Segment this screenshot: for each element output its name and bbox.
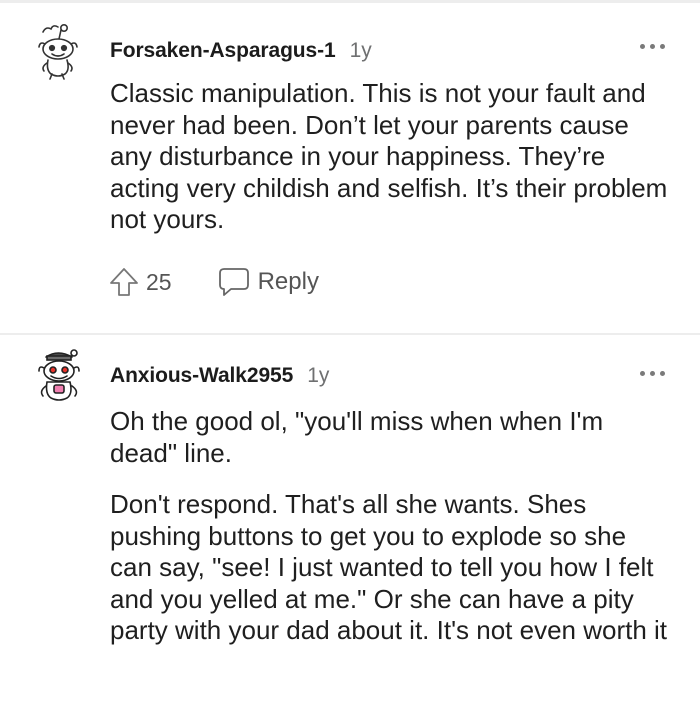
- comment-meta: Forsaken-Asparagus-1 1y: [110, 39, 372, 69]
- top-divider: [0, 0, 700, 3]
- more-options-icon[interactable]: [640, 44, 668, 54]
- vote-score: 25: [146, 268, 172, 295]
- username[interactable]: Anxious-Walk2955: [110, 364, 293, 388]
- more-options-icon[interactable]: [640, 371, 668, 381]
- username[interactable]: Forsaken-Asparagus-1: [110, 39, 336, 63]
- comment-meta: Anxious-Walk2955 1y: [110, 364, 329, 394]
- reply-icon[interactable]: [218, 267, 250, 297]
- comment-age: 1y: [307, 364, 330, 387]
- comment-body: Oh the good ol, "you'll miss when when I…: [110, 406, 670, 647]
- comment-paragraph: Classic manipulation. This is not your f…: [110, 78, 668, 234]
- snoo-sketch-avatar-icon[interactable]: [34, 22, 86, 80]
- comment-divider: [0, 333, 700, 335]
- snoo-cap-avatar-icon[interactable]: [34, 347, 86, 405]
- comment-body: Classic manipulation. This is not your f…: [110, 78, 670, 236]
- comment-age: 1y: [349, 39, 372, 62]
- comment-paragraph: Oh the good ol, "you'll miss when when I…: [110, 406, 604, 468]
- comment-actions: 25 Reply: [108, 264, 319, 300]
- upvote-icon[interactable]: [108, 266, 140, 298]
- reply-button[interactable]: Reply: [258, 268, 319, 296]
- comment-paragraph: Don't respond. That's all she wants. She…: [110, 489, 668, 645]
